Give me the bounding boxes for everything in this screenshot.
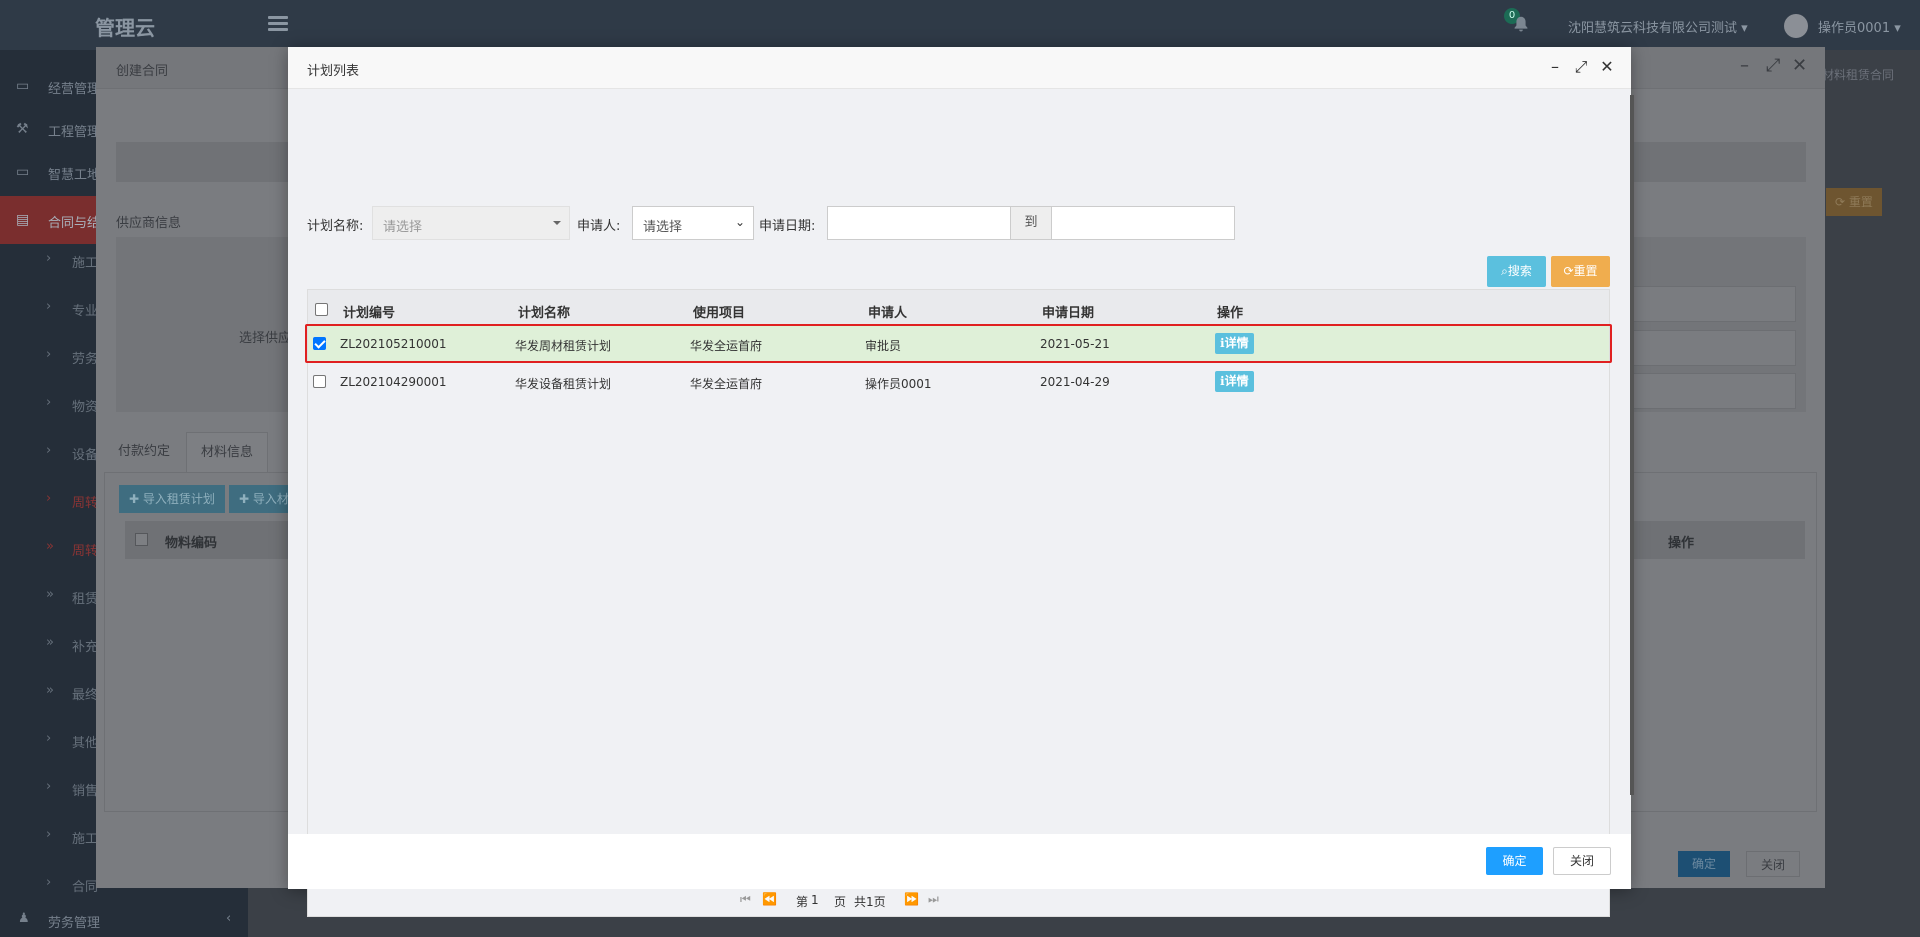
cell-project: 华发全运首府 — [690, 377, 763, 391]
col-project: 使用项目 — [693, 306, 746, 321]
col-plan-name: 计划名称 — [518, 306, 571, 321]
cell-plan-code: ZL202105210001 — [340, 337, 447, 351]
plan-table: 计划编号 计划名称 使用项目 申请人 申请日期 操作 ZL20210521000… — [305, 289, 1612, 917]
bg-reset-button[interactable]: ⟳ 重置 — [1826, 188, 1882, 216]
company-switcher[interactable]: 沈阳慧筑云科技有限公司测试 ▾ — [1568, 17, 1748, 36]
dialog-title: 计划列表 — [307, 64, 360, 79]
close-icon[interactable]: ✕ — [1598, 58, 1616, 76]
monitor-icon: ▭ — [16, 164, 30, 180]
cell-apply-date: 2021-04-29 — [1040, 375, 1110, 389]
plan-name-select[interactable]: 请选择 — [372, 206, 570, 240]
col-applicant: 申请人 — [868, 306, 908, 321]
prev-page-icon[interactable]: ⏪ — [762, 892, 777, 906]
cell-plan-code: ZL202104290001 — [340, 375, 447, 389]
applicant-label: 申请人: — [577, 219, 621, 234]
hammer-icon: ⚒ — [16, 121, 29, 137]
cell-apply-date: 2021-05-21 — [1040, 337, 1110, 351]
page-prefix: 第 — [796, 895, 809, 909]
sidebar-item-labor[interactable]: ♟ 劳务管理 ‹ — [0, 902, 248, 937]
cell-applicant: 审批员 — [865, 339, 902, 353]
applicant-select[interactable]: 请选择 ⌄ — [632, 206, 754, 240]
cell-applicant: 操作员0001 — [865, 377, 932, 391]
tab-material[interactable]: 材料信息 — [186, 432, 269, 472]
tab-payment[interactable]: 付款约定 — [104, 432, 184, 472]
chevron-down-icon: ⌄ — [734, 215, 745, 229]
person-icon: ♟ — [18, 911, 30, 926]
minimize-icon[interactable]: – — [1546, 58, 1564, 76]
first-page-icon[interactable]: ⏮ — [740, 892, 751, 907]
detail-button[interactable]: ℹ详情 — [1215, 371, 1254, 392]
page-suffix: 页 — [834, 895, 847, 909]
cell-plan-name: 华发设备租赁计划 — [515, 377, 612, 391]
bell-icon[interactable] — [1510, 14, 1532, 36]
plan-list-dialog: 计划列表 – ⤢ ✕ 计划名称: 请选择 申请人: 请选择 ⌄ 申请日期: 到 ⌕… — [288, 47, 1631, 917]
detail-button[interactable]: ℹ详情 — [1215, 333, 1254, 354]
plan-name-label: 计划名称: — [307, 219, 364, 234]
apply-date-label: 申请日期: — [759, 219, 816, 234]
row-checkbox[interactable] — [313, 337, 326, 350]
bg-close-button[interactable]: 关闭 — [1746, 851, 1801, 877]
dialog-body: 计划名称: 请选择 申请人: 请选择 ⌄ 申请日期: 到 ⌕搜索 ⟳重置 计划编号… — [288, 89, 1631, 917]
col-plan-code: 计划编号 — [343, 306, 396, 321]
last-page-icon[interactable]: ⏭ — [928, 892, 939, 907]
create-contract-title: 创建合同 — [116, 64, 169, 79]
maximize-icon[interactable]: ⤢ — [1572, 58, 1590, 76]
dialog-footer: 确定 关闭 — [288, 834, 1631, 889]
file-icon: ▤ — [16, 212, 30, 228]
refresh-icon: ⟳ — [1563, 264, 1574, 278]
search-button[interactable]: ⌕搜索 — [1487, 256, 1546, 287]
page-total: 共1页 — [854, 895, 886, 909]
search-icon: ⌕ — [1501, 264, 1508, 278]
user-menu[interactable]: 操作员0001 ▾ — [1818, 17, 1901, 36]
date-range-separator: 到 — [1011, 206, 1051, 240]
next-page-icon[interactable]: ⏩ — [904, 892, 919, 906]
col-material-code: 物料编码 — [165, 536, 218, 551]
table-row[interactable]: ZL202104290001 华发设备租赁计划 华发全运首府 操作员0001 2… — [308, 363, 1609, 401]
page-number-input[interactable]: 1 — [811, 893, 819, 907]
supplier-section-title: 供应商信息 — [116, 216, 182, 231]
bg-ok-button[interactable]: 确定 — [1678, 851, 1731, 877]
table-header: 计划编号 计划名称 使用项目 申请人 申请日期 操作 — [308, 290, 1609, 328]
user-avatar[interactable] — [1784, 14, 1808, 38]
select-all-checkbox[interactable] — [315, 303, 328, 316]
cell-project: 华发全运首府 — [690, 339, 763, 353]
monitor-icon: ▭ — [16, 78, 30, 94]
col-apply-date: 申请日期 — [1042, 306, 1095, 321]
row-checkbox[interactable] — [313, 375, 326, 388]
col-action: 操作 — [1668, 536, 1695, 551]
app-logo: 管理云 — [95, 16, 155, 40]
select-all-checkbox[interactable] — [135, 533, 148, 546]
menu-toggle-icon[interactable] — [268, 16, 288, 32]
table-row[interactable]: ZL202105210001 华发周材租赁计划 华发全运首府 审批员 2021-… — [308, 325, 1609, 363]
confirm-button[interactable]: 确定 — [1486, 847, 1543, 875]
import-rental-plan-button[interactable]: ✚ 导入租赁计划 — [119, 485, 225, 513]
close-icon[interactable]: ✕ — [1792, 55, 1807, 76]
close-button[interactable]: 关闭 — [1553, 847, 1611, 875]
select-supplier-label: 选择供应 — [239, 331, 292, 346]
dialog-header: 计划列表 – ⤢ ✕ — [288, 47, 1631, 89]
scrollbar[interactable] — [1630, 95, 1634, 795]
col-action: 操作 — [1217, 306, 1244, 321]
maximize-icon[interactable]: ⤢ — [1766, 55, 1780, 76]
date-to-input[interactable] — [1051, 206, 1235, 240]
page-tab-rental-contract[interactable]: 材料租赁合同 — [1822, 66, 1894, 83]
reset-button[interactable]: ⟳重置 — [1551, 256, 1610, 287]
cell-plan-name: 华发周材租赁计划 — [515, 339, 612, 353]
minimize-icon[interactable]: – — [1740, 55, 1749, 76]
top-navbar: 管理云 0 沈阳慧筑云科技有限公司测试 ▾ 操作员0001 ▾ — [0, 0, 1920, 50]
date-from-input[interactable] — [827, 206, 1011, 240]
